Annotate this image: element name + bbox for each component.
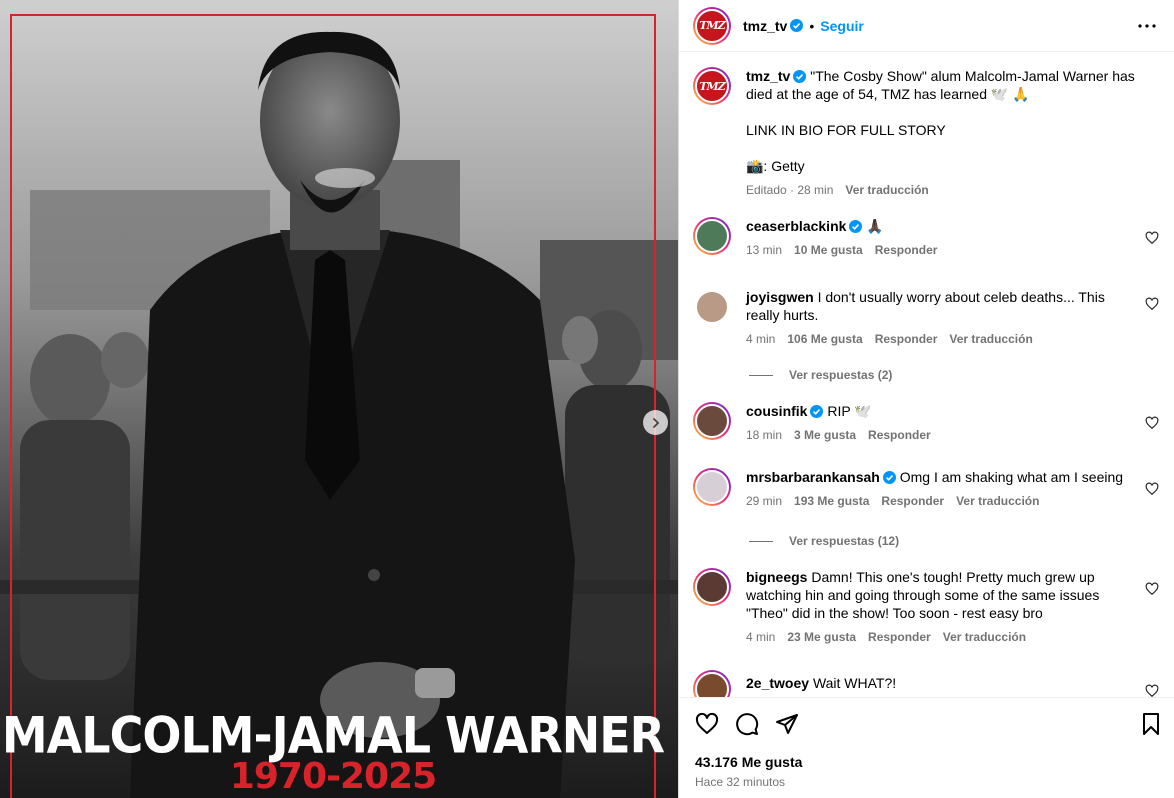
more-options-button[interactable] xyxy=(1135,14,1159,38)
comment-time: 18 min xyxy=(746,428,783,442)
separator-dot: • xyxy=(809,17,815,34)
view-replies-button[interactable]: Ver respuestas (2) xyxy=(749,368,892,382)
heart-icon[interactable] xyxy=(1145,297,1159,311)
reply-button[interactable]: Responder xyxy=(875,330,938,348)
header-username[interactable]: tmz_tv xyxy=(743,18,787,34)
heart-icon[interactable] xyxy=(1145,684,1159,697)
translate-link[interactable]: Ver traducción xyxy=(949,330,1032,348)
post-panel: TMZ tmz_tv • Seguir TMZ tmz_tv "The Cosb… xyxy=(678,0,1174,798)
avatar[interactable]: TMZ xyxy=(693,6,731,45)
caption-line-2: LINK IN BIO FOR FULL STORY xyxy=(746,122,946,138)
avatar[interactable] xyxy=(693,670,731,697)
verified-icon xyxy=(882,471,896,484)
comment-text: RIP 🕊️ xyxy=(827,403,872,419)
comment-likes[interactable]: 10 Me gusta xyxy=(794,241,863,259)
comment-username[interactable]: joyisgwen xyxy=(746,289,814,305)
comment-icon[interactable] xyxy=(735,712,759,736)
reply-button[interactable]: Responder xyxy=(868,628,931,646)
comment-username[interactable]: cousinfik xyxy=(746,403,807,419)
comment-likes[interactable]: 23 Me gusta xyxy=(787,628,856,646)
replies-line xyxy=(749,374,773,376)
post-photo xyxy=(0,0,678,798)
verified-icon xyxy=(810,405,824,418)
verified-icon xyxy=(849,220,863,233)
likes-count[interactable]: 43.176 Me gusta xyxy=(695,754,802,770)
avatar[interactable] xyxy=(693,468,731,506)
avatar[interactable] xyxy=(693,402,731,440)
view-replies-label: Ver respuestas (12) xyxy=(789,534,900,548)
comment-likes[interactable]: 106 Me gusta xyxy=(787,330,862,348)
comment-username[interactable]: mrsbarbarankansah xyxy=(746,469,880,485)
caption-meta: Editado · 28 min xyxy=(746,183,834,197)
heart-icon[interactable] xyxy=(1145,231,1159,245)
comment-time: 4 min xyxy=(746,332,776,346)
follow-button[interactable]: Seguir xyxy=(820,18,864,34)
post-time: Hace 32 minutos xyxy=(695,775,786,789)
post-media[interactable]: MALCOLM-JAMAL WARNER 1970-2025 xyxy=(0,0,678,798)
translate-link[interactable]: Ver traducción xyxy=(956,492,1039,510)
post-footer: 43.176 Me gusta Hace 32 minutos xyxy=(679,697,1174,798)
chevron-right-icon xyxy=(652,417,659,428)
translate-link[interactable]: Ver traducción xyxy=(845,181,928,199)
translate-link[interactable]: Ver traducción xyxy=(943,628,1026,646)
reply-button[interactable]: Responder xyxy=(875,241,938,259)
view-replies-button[interactable]: Ver respuestas (12) xyxy=(749,534,899,548)
heart-icon[interactable] xyxy=(695,712,719,736)
more-options-icon xyxy=(1138,24,1156,28)
replies-line xyxy=(749,540,773,542)
avatar[interactable] xyxy=(693,217,731,255)
comment-time: 29 min xyxy=(746,494,783,508)
comment-likes[interactable]: 193 Me gusta xyxy=(794,492,869,510)
comment-text: Omg I am shaking what am I seeing xyxy=(899,469,1124,485)
share-icon[interactable] xyxy=(775,712,799,736)
comments-scroll[interactable]: TMZ tmz_tv "The Cosby Show" alum Malcolm… xyxy=(679,52,1174,697)
headline-years: 1970-2025 xyxy=(229,756,437,797)
comment-text: 🙏🏿 xyxy=(866,218,884,234)
verified-icon xyxy=(793,70,807,83)
avatar[interactable] xyxy=(693,568,731,606)
tmz-logo: TMZ xyxy=(699,19,725,32)
heart-icon[interactable] xyxy=(1145,482,1159,496)
caption-username[interactable]: tmz_tv xyxy=(746,68,790,84)
comment-text: Wait WHAT?! xyxy=(812,675,897,691)
comment-time: 13 min xyxy=(746,243,783,257)
reply-button[interactable]: Responder xyxy=(881,492,944,510)
heart-icon[interactable] xyxy=(1145,416,1159,430)
comment-username[interactable]: bigneegs xyxy=(746,569,807,585)
next-slide-button[interactable] xyxy=(643,410,668,435)
verified-icon xyxy=(790,19,804,32)
view-replies-label: Ver respuestas (2) xyxy=(789,368,893,382)
avatar[interactable] xyxy=(693,288,731,326)
avatar[interactable]: TMZ xyxy=(693,67,731,105)
comment-username[interactable]: ceaserblackink xyxy=(746,218,846,234)
caption-line-3: 📸: Getty xyxy=(746,158,805,174)
post-header: TMZ tmz_tv • Seguir xyxy=(679,0,1174,52)
comment-likes[interactable]: 3 Me gusta xyxy=(794,426,856,444)
comment-username[interactable]: 2e_twoey xyxy=(746,675,809,691)
heart-icon[interactable] xyxy=(1145,582,1159,596)
tmz-logo: TMZ xyxy=(699,79,725,93)
comment-time: 4 min xyxy=(746,630,776,644)
bookmark-icon[interactable] xyxy=(1139,712,1163,736)
reply-button[interactable]: Responder xyxy=(868,426,931,444)
